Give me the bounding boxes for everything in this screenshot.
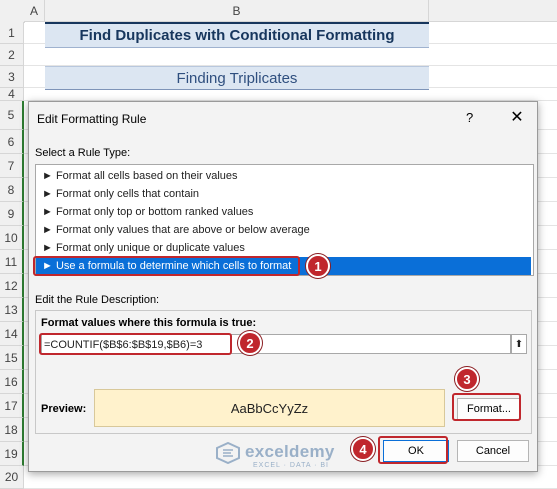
edit-rule-description-label: Edit the Rule Description: bbox=[35, 294, 160, 306]
column-header-c[interactable] bbox=[429, 0, 557, 22]
callout-highlight-formula bbox=[39, 333, 232, 355]
callout-badge-2: 2 bbox=[238, 331, 262, 355]
row-header[interactable]: 18 bbox=[0, 418, 24, 442]
preview-label: Preview: bbox=[41, 403, 87, 415]
row-header[interactable]: 7 bbox=[0, 154, 24, 178]
format-preview: AaBbCcYyZz bbox=[94, 389, 445, 427]
rule-type-item[interactable]: ► Format only cells that contain bbox=[36, 185, 531, 203]
select-all-corner[interactable] bbox=[0, 0, 25, 23]
formula-label: Format values where this formula is true… bbox=[41, 317, 257, 329]
cancel-button[interactable]: Cancel bbox=[457, 440, 529, 462]
help-icon[interactable]: ? bbox=[466, 110, 473, 125]
callout-highlight-rule-type bbox=[33, 256, 300, 276]
collapse-dialog-icon[interactable]: ⬆ bbox=[511, 334, 527, 354]
watermark-name: exceldemy bbox=[245, 442, 335, 461]
row-header[interactable]: 6 bbox=[0, 130, 24, 154]
callout-highlight-ok-button bbox=[378, 436, 448, 464]
row-header[interactable]: 13 bbox=[0, 298, 24, 322]
rule-type-item[interactable]: ► Format only top or bottom ranked value… bbox=[36, 203, 531, 221]
close-icon[interactable]: ✕ bbox=[506, 106, 528, 128]
exceldemy-logo-icon bbox=[216, 442, 240, 464]
row-header[interactable]: 4 bbox=[0, 87, 24, 101]
rule-type-item[interactable]: ► Format only unique or duplicate values bbox=[36, 239, 531, 257]
row-header[interactable]: 1 bbox=[0, 22, 24, 44]
dialog-title: Edit Formatting Rule bbox=[37, 112, 147, 126]
row-header[interactable]: 15 bbox=[0, 346, 24, 370]
row-header[interactable]: 19 bbox=[0, 442, 24, 466]
row-header[interactable]: 20 bbox=[0, 466, 24, 489]
sheet-title-cell[interactable]: Find Duplicates with Conditional Formatt… bbox=[45, 22, 429, 48]
column-header-a[interactable]: A bbox=[24, 0, 45, 22]
row-header[interactable]: 5 bbox=[0, 101, 24, 130]
sheet-subtitle-cell[interactable]: Finding Triplicates bbox=[45, 66, 429, 90]
callout-badge-4: 4 bbox=[351, 437, 375, 461]
rule-type-item[interactable]: ► Format all cells based on their values bbox=[36, 167, 531, 185]
row-header[interactable]: 10 bbox=[0, 226, 24, 250]
row-header[interactable]: 9 bbox=[0, 202, 24, 226]
watermark-tagline: EXCEL · DATA · BI bbox=[253, 462, 329, 469]
callout-badge-1: 1 bbox=[306, 254, 330, 278]
row-header[interactable]: 16 bbox=[0, 370, 24, 394]
row-header[interactable]: 2 bbox=[0, 44, 24, 66]
row-header[interactable]: 12 bbox=[0, 274, 24, 298]
row-header[interactable]: 17 bbox=[0, 394, 24, 418]
column-header-b[interactable]: B bbox=[45, 0, 429, 22]
rule-type-item[interactable]: ► Format only values that are above or b… bbox=[36, 221, 531, 239]
select-rule-type-label: Select a Rule Type: bbox=[35, 147, 131, 159]
callout-highlight-format-button bbox=[452, 393, 521, 421]
row-header[interactable]: 8 bbox=[0, 178, 24, 202]
row-header[interactable]: 14 bbox=[0, 322, 24, 346]
row-header[interactable]: 3 bbox=[0, 66, 24, 88]
callout-badge-3: 3 bbox=[455, 367, 479, 391]
row-header[interactable]: 11 bbox=[0, 250, 24, 274]
